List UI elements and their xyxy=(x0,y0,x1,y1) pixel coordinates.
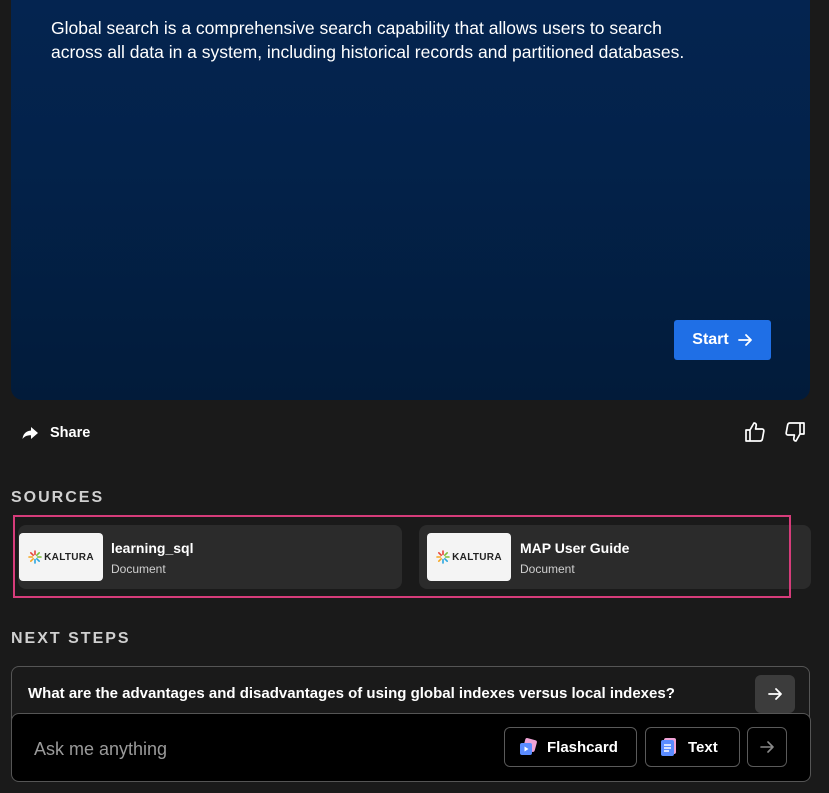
next-step-question: What are the advantages and disadvantage… xyxy=(28,685,675,702)
flashcard-button[interactable]: Flashcard xyxy=(504,727,637,767)
start-button[interactable]: Start xyxy=(674,320,771,360)
sources-highlight-box xyxy=(13,515,791,598)
sources-heading: SOURCES xyxy=(11,489,105,506)
arrow-right-icon xyxy=(768,688,782,700)
share-icon xyxy=(22,427,38,439)
thumbs-up-icon[interactable] xyxy=(743,420,767,444)
ask-bar: Flashcard Text xyxy=(11,713,811,782)
hero-panel: Global search is a comprehensive search … xyxy=(11,0,810,400)
share-label: Share xyxy=(50,425,91,441)
text-doc-icon xyxy=(661,738,676,756)
hero-description: Global search is a comprehensive search … xyxy=(51,18,685,62)
flashcard-label: Flashcard xyxy=(547,738,618,756)
arrow-right-icon xyxy=(760,741,774,753)
text-label: Text xyxy=(688,738,718,756)
thumbs-down-icon[interactable] xyxy=(783,420,807,444)
share-button[interactable]: Share xyxy=(20,421,90,445)
send-button[interactable] xyxy=(747,727,787,767)
flashcard-icon xyxy=(520,738,537,755)
ask-input[interactable] xyxy=(32,730,476,768)
text-button[interactable]: Text xyxy=(645,727,740,767)
next-steps-heading: NEXT STEPS xyxy=(11,630,131,647)
start-button-label: Start xyxy=(692,331,729,348)
next-step-arrow-button[interactable] xyxy=(755,675,795,713)
arrow-right-icon xyxy=(737,334,752,346)
